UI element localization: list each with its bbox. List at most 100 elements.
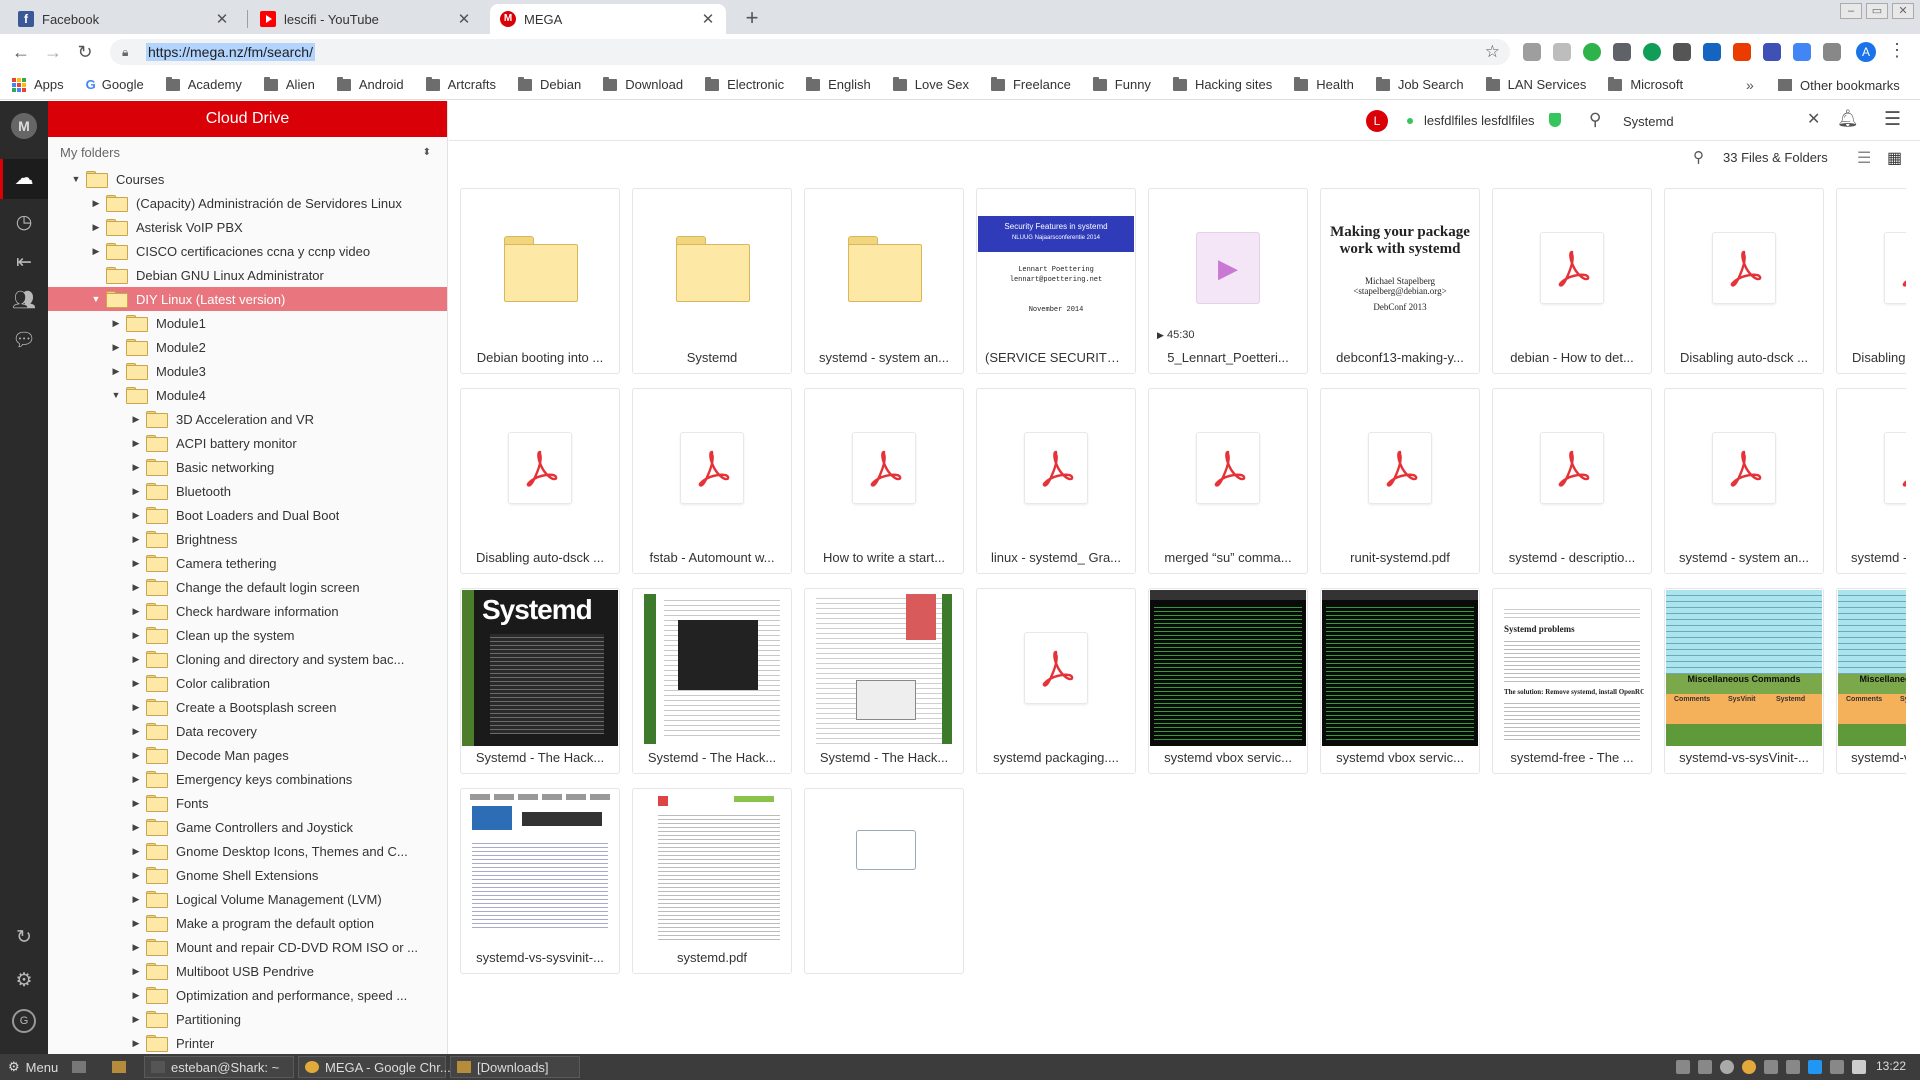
- extension-office-icon[interactable]: [1733, 43, 1751, 61]
- bookmark-love-sex[interactable]: Love Sex: [892, 76, 969, 92]
- tree-folder-row[interactable]: ▶ 3D Acceleration and VR: [48, 407, 447, 431]
- tree-folder-row[interactable]: ▶ Module1: [48, 311, 447, 335]
- extension-drive-icon[interactable]: [1613, 43, 1631, 61]
- chevron-right-icon[interactable]: ▶: [128, 750, 144, 761]
- forward-button[interactable]: →: [40, 39, 66, 65]
- tree-folder-row[interactable]: ▶ Logical Volume Management (LVM): [48, 887, 447, 911]
- file-card[interactable]: fstab - Automount w...: [632, 388, 792, 574]
- back-button[interactable]: ←: [8, 39, 34, 65]
- list-view-icon[interactable]: ☰: [1857, 148, 1871, 168]
- file-card[interactable]: Miscellaneous CommandsCommentsSysVinitSy…: [1836, 588, 1906, 774]
- tree-folder-row[interactable]: ▶ Decode Man pages: [48, 743, 447, 767]
- file-card[interactable]: linux - systemd_ Gra...: [976, 388, 1136, 574]
- extension-translate-icon[interactable]: [1793, 43, 1811, 61]
- chevron-right-icon[interactable]: ▶: [128, 1014, 144, 1025]
- file-card[interactable]: systemd.pdf: [632, 788, 792, 974]
- bookmark-english[interactable]: English: [806, 76, 871, 92]
- tree-folder-row[interactable]: ▶ Fonts: [48, 791, 447, 815]
- tree-folder-row[interactable]: ▶ Color calibration: [48, 671, 447, 695]
- tray-brightness-icon[interactable]: [1720, 1060, 1734, 1074]
- user-avatar[interactable]: L: [1366, 110, 1388, 132]
- close-tab-icon[interactable]: ✕: [214, 10, 230, 28]
- tree-folder-row[interactable]: ▼ Courses: [48, 167, 447, 191]
- tree-folder-row[interactable]: ▶ Gnome Desktop Icons, Themes and C...: [48, 839, 447, 863]
- notifications-bell-icon[interactable]: 🔔︎: [1837, 109, 1859, 129]
- tree-folder-row[interactable]: ▶ Change the default login screen: [48, 575, 447, 599]
- tree-folder-row[interactable]: ▶ Basic networking: [48, 455, 447, 479]
- chevron-down-icon[interactable]: ▼: [88, 294, 104, 304]
- bookmark-job-search[interactable]: Job Search: [1375, 76, 1464, 92]
- profile-avatar[interactable]: A: [1856, 42, 1876, 62]
- chevron-right-icon[interactable]: ▶: [128, 678, 144, 689]
- search-icon[interactable]: ⚲: [1589, 110, 1601, 130]
- file-card[interactable]: Miscellaneous CommandsCommentsSysVinitSy…: [1664, 588, 1824, 774]
- bookmark-android[interactable]: Android: [336, 76, 404, 92]
- chevron-right-icon[interactable]: ▶: [128, 414, 144, 425]
- file-card[interactable]: runit-systemd.pdf: [1320, 388, 1480, 574]
- tree-folder-row[interactable]: ▼ Module4: [48, 383, 447, 407]
- search-input[interactable]: [1623, 111, 1763, 131]
- tree-folder-row[interactable]: ▶ Make a program the default option: [48, 911, 447, 935]
- file-card[interactable]: systemd - system an...: [1664, 388, 1824, 574]
- tab-youtube[interactable]: lescifi - YouTube ✕: [250, 4, 482, 34]
- bookmark-artcrafts[interactable]: Artcrafts: [425, 76, 496, 92]
- chevron-right-icon[interactable]: ▶: [88, 246, 104, 257]
- recents-clock-icon[interactable]: ◷: [12, 211, 36, 235]
- extension-grammarly-icon[interactable]: [1643, 43, 1661, 61]
- tree-folder-row[interactable]: ▶ Gnome Shell Extensions: [48, 863, 447, 887]
- bookmark-debian[interactable]: Debian: [518, 76, 581, 92]
- tree-folder-row[interactable]: ▶ Clean up the system: [48, 623, 447, 647]
- extension-check-icon[interactable]: [1583, 43, 1601, 61]
- tray-battery-icon[interactable]: [1852, 1060, 1866, 1074]
- bookmark-alien[interactable]: Alien: [263, 76, 315, 92]
- file-card[interactable]: Disabling auto-dsck ...: [1836, 188, 1906, 374]
- tray-user-icon[interactable]: [1676, 1060, 1690, 1074]
- chrome-menu-icon[interactable]: ⋮: [1888, 40, 1906, 61]
- other-bookmarks[interactable]: Other bookmarks: [1778, 70, 1900, 100]
- chevron-right-icon[interactable]: ▶: [108, 342, 124, 353]
- file-card[interactable]: systemd packaging....: [976, 588, 1136, 774]
- chevron-right-icon[interactable]: ▶: [128, 1038, 144, 1049]
- bookmark-microsoft[interactable]: Microsoft: [1608, 76, 1683, 92]
- file-card[interactable]: Systemd - The Hack...: [804, 588, 964, 774]
- file-card[interactable]: systemd - descriptio...: [1492, 388, 1652, 574]
- chevron-right-icon[interactable]: ▶: [128, 702, 144, 713]
- tray-chrome-icon[interactable]: [1742, 1060, 1756, 1074]
- file-card[interactable]: debian - How to det...: [1492, 188, 1652, 374]
- chevron-right-icon[interactable]: ▶: [128, 654, 144, 665]
- close-tab-icon[interactable]: ✕: [456, 10, 472, 28]
- file-card[interactable]: Disabling auto-dsck ...: [460, 388, 620, 574]
- tree-folder-row[interactable]: ▶ Module2: [48, 335, 447, 359]
- file-card[interactable]: Making your package work with systemd Mic…: [1320, 188, 1480, 374]
- chevron-right-icon[interactable]: ▶: [88, 198, 104, 209]
- extension-cloud-icon[interactable]: [1523, 43, 1541, 61]
- chevron-right-icon[interactable]: ▶: [108, 318, 124, 329]
- chevron-right-icon[interactable]: ▶: [128, 534, 144, 545]
- chevron-right-icon[interactable]: ▶: [128, 438, 144, 449]
- main-menu-icon[interactable]: ☰: [1884, 108, 1901, 131]
- bookmark-hacking-sites[interactable]: Hacking sites: [1172, 76, 1272, 92]
- file-card[interactable]: Security Features in systemd NLUUG Najaar…: [976, 188, 1136, 374]
- cloud-drive-icon[interactable]: ☁: [12, 167, 36, 191]
- contacts-icon[interactable]: 👥︎: [12, 289, 36, 313]
- tree-folder-row[interactable]: ▶ Bluetooth: [48, 479, 447, 503]
- tree-folder-row[interactable]: Debian GNU Linux Administrator: [48, 263, 447, 287]
- chevron-right-icon[interactable]: ▶: [128, 798, 144, 809]
- file-card[interactable]: [804, 788, 964, 974]
- chat-icon[interactable]: 💬︎: [12, 329, 36, 353]
- extension-puzzle-icon[interactable]: [1823, 43, 1841, 61]
- tab-mega[interactable]: M MEGA ✕: [490, 4, 726, 34]
- taskbar-item-downloads[interactable]: [Downloads]: [450, 1056, 580, 1078]
- grid-view-icon[interactable]: ▦: [1887, 148, 1902, 168]
- bookmark-funny[interactable]: Funny: [1092, 76, 1151, 92]
- chevron-down-icon[interactable]: ▼: [68, 174, 84, 184]
- transfers-icon[interactable]: ⇤: [12, 251, 36, 275]
- tree-folder-row[interactable]: ▶ Game Controllers and Joystick: [48, 815, 447, 839]
- minimize-button[interactable]: –: [1840, 3, 1862, 19]
- address-bar[interactable]: 🔒︎ https://mega.nz/fm/search/ ☆: [110, 39, 1510, 65]
- taskbar-item-chrome[interactable]: MEGA - Google Chr...: [298, 1056, 451, 1078]
- file-card[interactable]: systemd vbox servic...: [1148, 588, 1308, 774]
- file-card[interactable]: merged “su” comma...: [1148, 388, 1308, 574]
- tray-display-icon[interactable]: [1786, 1060, 1800, 1074]
- bookmark-download[interactable]: Download: [603, 76, 683, 92]
